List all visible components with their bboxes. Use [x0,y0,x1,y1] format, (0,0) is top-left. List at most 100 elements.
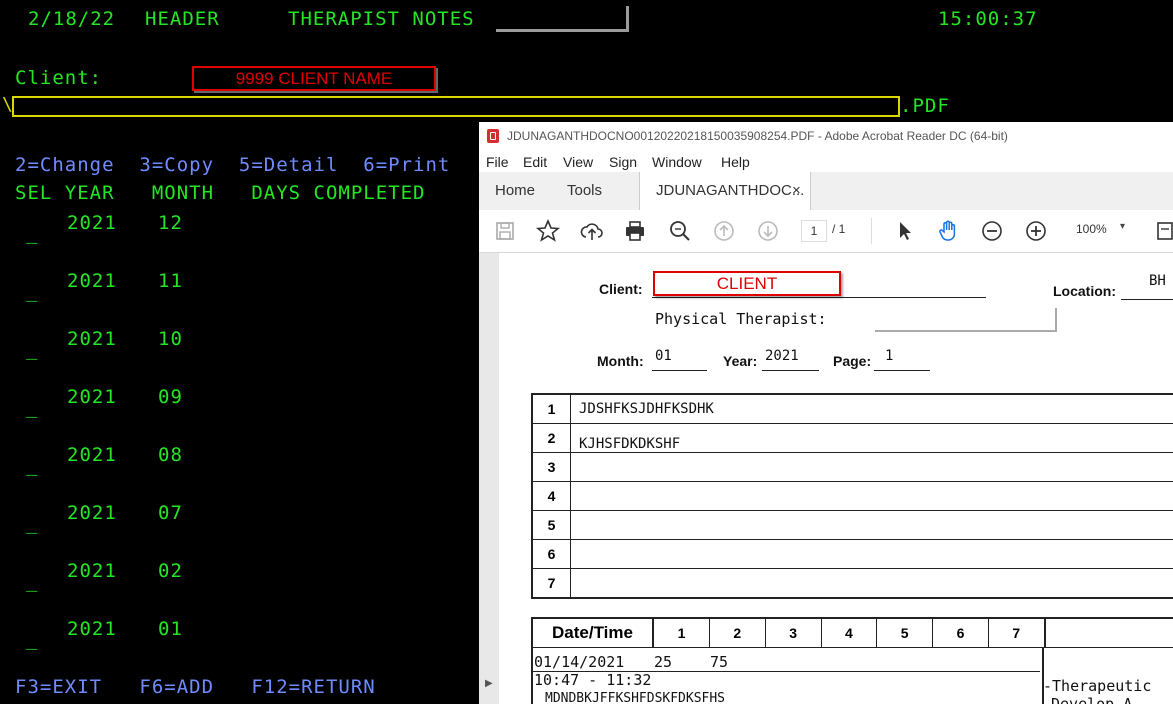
tab-close-icon[interactable]: × [792,172,801,210]
notes-row-text: KJHSFDKDKSHF [579,436,681,452]
row-select-input[interactable]: _ [26,222,38,244]
page-count: / 1 [832,222,846,236]
row-select-input[interactable]: _ [26,338,38,360]
doc-year-label: Year: [723,353,758,369]
menu-window[interactable]: Window [652,154,702,170]
doc-month-label: Month: [597,353,644,369]
therapist-field[interactable] [875,308,1057,332]
entry-time: 10:47 - 11:32 [534,671,652,689]
entry-date: 01/14/2021 [534,653,625,671]
row-month: 10 [158,328,183,350]
tab-bar: Home Tools JDUNAGANTHDOC... × [479,172,1173,211]
notes-row-number: 1 [533,395,571,423]
menu-file[interactable]: File [486,154,509,170]
tab-document[interactable]: JDUNAGANTHDOC... × [639,172,811,210]
notes-row: 5 [533,511,1173,540]
save-icon[interactable] [493,219,517,243]
row-select-input[interactable]: _ [26,396,38,418]
doc-page-label: Page: [833,353,872,369]
zoom-in-icon[interactable] [1024,219,1048,243]
row-select-input[interactable]: _ [26,280,38,302]
function-key-legend: F3=EXIT F6=ADD F12=RETURN [15,676,376,698]
notes-row-number: 5 [533,511,571,539]
tab-tools[interactable]: Tools [567,172,602,210]
document-viewer: ▶ Client: CLIENT Location: BH Physical T… [479,253,1173,704]
side-note-2: Develop A [1051,695,1133,704]
row-select-input[interactable]: _ [26,628,38,650]
acrobat-window: JDUNAGANTHDOCNO001202202181500359082​54.… [479,122,1173,704]
zoom-level-select[interactable]: 100% [1076,222,1107,236]
row-year: 2021 [67,444,117,466]
client-underline [652,297,986,298]
page-underline [874,370,930,371]
pdf-page: Client: CLIENT Location: BH Physical The… [499,253,1173,704]
notes-table: 1 JDSHFKSJDHFKSDHK 2 KJHSFDKDKSHF 3 4 5 6 7 [531,393,1173,599]
notes-row: 6 [533,540,1173,569]
menu-edit[interactable]: Edit [523,154,547,170]
notes-row-number: 2 [533,424,571,452]
date-time-column-header: 5 [877,619,934,647]
more-tools-icon[interactable] [1155,219,1173,243]
notes-row-number: 4 [533,482,571,510]
notes-row: 7 [533,569,1173,597]
notes-row: 2 KJHSFDKDKSHF [533,424,1173,453]
hand-tool-icon[interactable] [936,219,960,243]
notes-row-number: 7 [533,569,571,597]
side-panel-rail: ▶ [479,253,499,704]
menu-view[interactable]: View [563,154,593,170]
doc-client-field[interactable]: CLIENT [653,271,841,296]
tab-document-label: JDUNAGANTHDOC... [656,182,805,199]
tab-home[interactable]: Home [495,172,535,210]
zoom-dropdown-icon[interactable]: ▾ [1120,221,1125,232]
entry-col2-value: 75 [710,653,729,671]
date-time-entry: 01/14/2021 10:47 - 11:32 25 75 MDNDBKJFF… [533,647,1044,704]
row-month: 02 [158,560,183,582]
client-name-field[interactable]: 9999 CLIENT NAME [192,66,436,91]
row-select-input[interactable]: _ [26,512,38,534]
upload-cloud-icon[interactable] [580,219,604,243]
expand-panel-icon[interactable]: ▶ [485,678,493,689]
path-suffix: .PDF [900,95,950,117]
row-year: 2021 [67,618,117,640]
select-cursor-icon[interactable] [893,219,917,243]
next-page-icon[interactable] [756,219,780,243]
notes-row-number: 3 [533,453,571,481]
doc-client-label: Client: [599,281,643,297]
print-icon[interactable] [623,219,647,243]
entry-divider [533,671,1040,672]
date-time-column-header: 6 [933,619,989,647]
screen-header: HEADER [145,8,220,30]
entry-note-text: MDNDBKJFFKSHFDSKFDKSFHS [545,691,726,704]
row-select-input[interactable]: _ [26,454,38,476]
date-time-header: Date/Time [533,619,654,647]
screen-title: THERAPIST NOTES [288,8,475,30]
row-month: 07 [158,502,183,524]
screen-time: 15:00:37 [938,8,1038,30]
row-select-input[interactable]: _ [26,570,38,592]
year-underline [762,370,819,371]
month-underline [652,370,707,371]
notes-row-number: 6 [533,540,571,568]
entry-col1-value: 25 [654,653,673,671]
doc-location-label: Location: [1053,283,1116,299]
side-note-1: -Therapeutic [1043,677,1152,695]
previous-page-icon[interactable] [712,219,736,243]
doc-month-value: 01 [655,348,672,364]
date-time-column-header: 4 [821,619,878,647]
date-time-column-header: 2 [710,619,766,647]
zoom-out-icon[interactable] [980,219,1004,243]
doc-year-value: 2021 [765,348,799,364]
row-month: 11 [158,270,183,292]
menu-sign[interactable]: Sign [609,154,637,170]
pdf-path-input[interactable] [12,96,900,117]
date-time-column-header: 1 [654,619,710,647]
page-number-input[interactable]: 1 [801,220,827,242]
bookmark-star-icon[interactable] [535,218,561,243]
doc-location-value: BH [1149,273,1166,289]
window-title: JDUNAGANTHDOCNO001202202181500359082​54.… [507,129,1008,143]
toolbar: 1 / 1 100% ▾ [479,210,1173,253]
zoom-search-icon[interactable] [668,219,692,243]
header-input-field[interactable] [496,6,629,32]
menu-help[interactable]: Help [721,154,750,170]
row-year: 2021 [67,212,117,234]
